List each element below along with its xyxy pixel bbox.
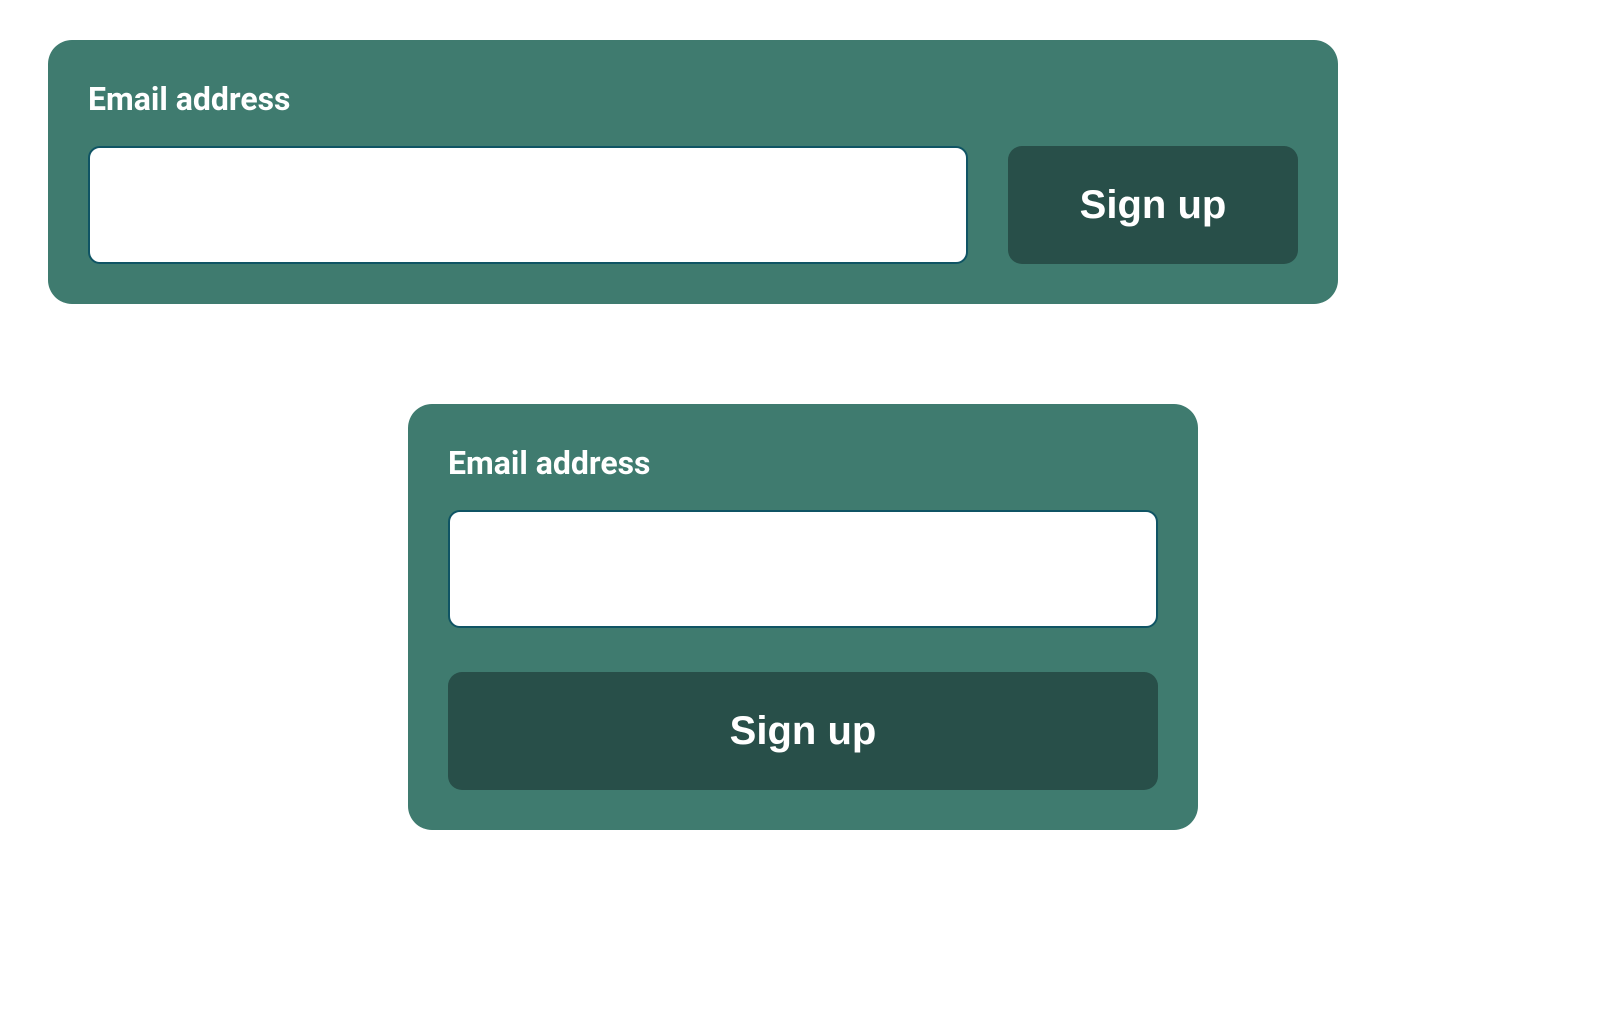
email-label: Email address: [448, 444, 1158, 482]
email-field[interactable]: [88, 146, 968, 264]
signup-button[interactable]: Sign up: [448, 672, 1158, 790]
signup-button[interactable]: Sign up: [1008, 146, 1298, 264]
email-field[interactable]: [448, 510, 1158, 628]
signup-column: Sign up: [448, 510, 1158, 790]
signup-row: Sign up: [88, 146, 1298, 264]
signup-card-wide: Email address Sign up: [48, 40, 1338, 304]
signup-card-narrow: Email address Sign up: [408, 404, 1198, 830]
email-label: Email address: [88, 80, 1298, 118]
